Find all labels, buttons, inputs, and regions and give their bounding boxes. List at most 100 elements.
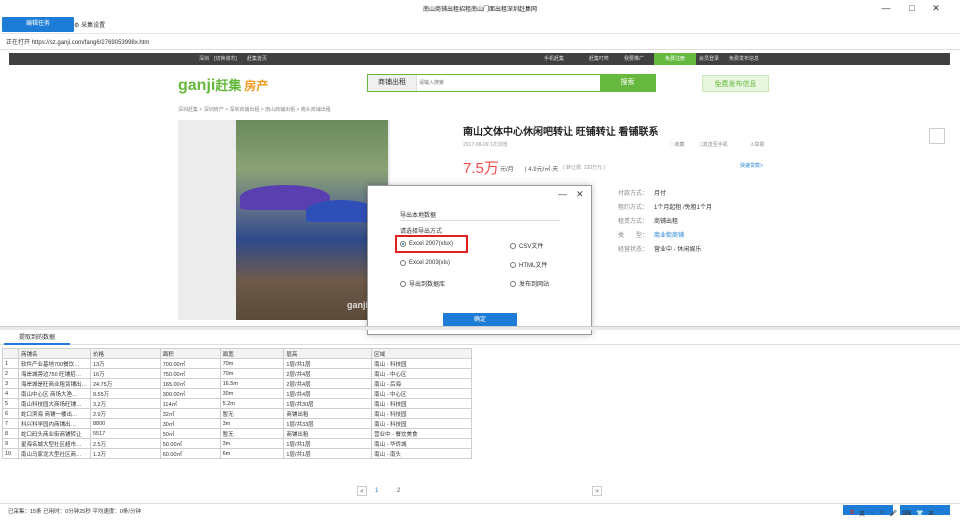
table-row[interactable]: 6 蛇口滨海 商铺一楼出… 2.9万 32㎡ 暂无 商铺出租 南山 - 科技园 [2,408,472,419]
address-url[interactable]: https://sz.ganji.com/fang6/2769053998x.h… [32,40,150,46]
table-cell: 50㎡ [159,428,221,439]
table-cell: 5517 [89,428,161,439]
table-cell: 6m [219,448,285,459]
table-cell: 1层/共33层 [283,418,373,429]
close-button[interactable]: ✕ [926,2,946,14]
minimize-button[interactable]: — [876,2,896,14]
send-to-phone-link[interactable]: ▯发送至手机 [700,141,728,148]
listing-meta: 2017-08-09 1次浏览 [463,142,508,148]
panel-splitter[interactable] [0,326,960,330]
page-2-link[interactable]: 2 [397,486,400,496]
dialog-title: 导出本地数据 [400,213,437,219]
option-website[interactable]: 发布到网站 [510,279,549,288]
prev-page-button[interactable]: < [357,486,367,496]
table-column-header[interactable]: 价格 [89,348,161,359]
table-cell: 114㎡ [159,398,221,409]
ime-toolbar: S 英 ·, ☺ 🎤 ⌨ 👕 ⊞ [850,508,934,518]
site-search-button[interactable]: 搜索 [600,75,655,91]
table-cell: 3m [219,438,285,449]
table-cell: 1层/共1层 [283,358,373,369]
table-cell: 1.3万 [89,448,161,459]
table-cell: 60.00㎡ [159,448,221,459]
option-html[interactable]: HTML文件 [510,260,547,269]
table-cell: 营业中 - 餐饮美食 [371,428,472,439]
table-row[interactable]: 1 软件产业基地700餐饮… 13万 700.00㎡ 70m 1层/共1层 南山 - 科技园 [2,358,472,369]
table-column-header[interactable]: 面积 [159,348,221,359]
search-category[interactable]: 商铺出租 [368,75,417,91]
table-cell: 1层/共1层 [283,438,373,449]
ganji-home-link[interactable]: 赶集首页 [247,53,267,65]
option-database[interactable]: 导出到数据库 [400,279,445,288]
table-cell: 5 [2,398,19,409]
table-cell: 蛇口滨海 商铺一楼出… [17,408,91,419]
page-1-link[interactable]: 1 [375,486,378,496]
table-row[interactable]: 2 海岸城旁边750 旺铺招… 16万 750.00㎡ 70m 2层/共4层 南山 - 中心… [2,368,472,379]
table-row[interactable]: 7 科兴科学园内商铺出… 8800 30㎡ 3m 1层/共33层 南山 - 科技园 [2,418,472,429]
quick-loan-link[interactable]: 快速贷款> [740,162,763,169]
table-row[interactable]: 5 南山科技园大商场旺铺… 3.2万 114㎡ 5.2m 1层/共30层 南山 - 科技园 [2,398,472,409]
table-column-header[interactable]: 面宽 [219,348,285,359]
table-row[interactable]: 3 海岸城是旺商业租赁铺出… 24.75万 165.00㎡ 16.5m 2层/共4层 南山 … [2,378,472,389]
dialog-divider [400,220,560,221]
favorite-label: 收藏 [674,142,685,148]
option-csv[interactable]: CSV文件 [510,241,543,250]
table-cell: 50.00㎡ [159,438,221,449]
ime-item[interactable]: ☺ [879,510,885,516]
site-search-input[interactable] [419,77,599,89]
table-column-header[interactable]: 商铺名 [17,348,91,359]
table-cell: 2.5万 [89,438,161,449]
free-post-top-link[interactable]: 免费发布信息 [729,53,759,65]
sogou-icon[interactable]: S [850,510,854,516]
table-cell: 南山 - 科技园 [371,398,472,409]
tab-extracted-data[interactable]: 提取到的数据 [4,331,70,345]
promote-menu[interactable]: 我要推广 [624,53,644,65]
option-excel2003[interactable]: Excel 2003(xls) [400,260,450,266]
option-excel2007[interactable]: Excel 2007(xlsx) [400,241,453,247]
table-row[interactable]: 4 南山中心区 商场大渔… 8.55万 300.00㎡ 30m 1层/共4层 南山 - 中心… [2,388,472,399]
table-cell: 70m [219,368,285,379]
copy-icon[interactable] [929,128,945,144]
table-row[interactable]: 8 蛇口码头商业街商铺转让 5517 50㎡ 暂无 商铺出租 营业中 - 餐饮美食 [2,428,472,439]
next-page-button[interactable]: > [592,486,602,496]
maximize-button[interactable]: □ [902,2,922,14]
radio-icon [510,280,516,287]
free-register-button[interactable]: 免费注册 [654,53,696,65]
collect-settings-button[interactable]: ⚙ 采集设置 [74,20,105,29]
ganji-logo[interactable]: ganji赶集 房产 [178,75,268,95]
edit-task-button[interactable]: 编辑任务 [2,17,74,32]
table-cell: 3.2万 [89,398,161,409]
table-cell: 暂无 [219,408,285,419]
ime-item[interactable]: ⌨ [902,510,911,517]
ime-item[interactable]: 👕 [916,510,923,517]
report-link[interactable]: ⚠举报 [750,141,765,148]
table-cell: 70m [219,358,285,369]
breadcrumb[interactable]: 深圳赶集 > 深圳房产 > 深圳商铺出租 > 南山商铺出租 > 南头商铺出租 [178,106,331,113]
table-cell: 750.00㎡ [159,368,221,379]
table-row[interactable]: 9 星海名城大型社区超市… 2.5万 50.00㎡ 3m 1层/共1层 南山 - 华侨城 [2,438,472,449]
table-column-header[interactable] [2,348,19,359]
dialog-close-button[interactable]: ✕ [576,189,584,199]
favorite-link[interactable]: ♡收藏 [670,141,685,148]
table-cell: 8.55万 [89,388,161,399]
data-table: 商铺名 价格 面积 面宽 层高 区域 1 软件产业基地700餐饮… 13万 700.00㎡ 70m… [2,348,472,459]
listing-photo[interactable]: ganji [178,120,390,320]
table-cell: 2.9万 [89,408,161,419]
ganji-app-link[interactable]: 赶集叮咚 [589,53,609,65]
ime-item[interactable]: 英 [859,509,865,518]
table-row[interactable]: 10 南山马家龙大型社区商… 1.3万 60.00㎡ 6m 1层/共1层 南山 - 南头 [2,448,472,459]
dialog-minimize-button[interactable]: — [558,189,567,199]
ime-item[interactable]: 🎤 [890,510,897,517]
table-column-header[interactable]: 层高 [283,348,373,359]
table-column-header[interactable]: 区域 [371,348,472,359]
free-post-button[interactable]: 免费发布信息 [702,75,769,92]
info-rent-type: 租赁方式： 商铺出租 [618,219,679,225]
login-link[interactable]: 会员登录 [699,53,719,65]
switch-city-link[interactable]: [切换城市] [214,53,237,65]
radio-icon [510,261,516,268]
table-cell: 165.00㎡ [159,378,221,389]
ime-item[interactable]: ⊞ [928,510,933,517]
ime-item[interactable]: ·, [870,510,874,516]
table-cell: 南山 - 科技园 [371,358,472,369]
table-cell: 暂无 [219,428,285,439]
mobile-ganji-link[interactable]: 手机赶集 [544,53,564,65]
